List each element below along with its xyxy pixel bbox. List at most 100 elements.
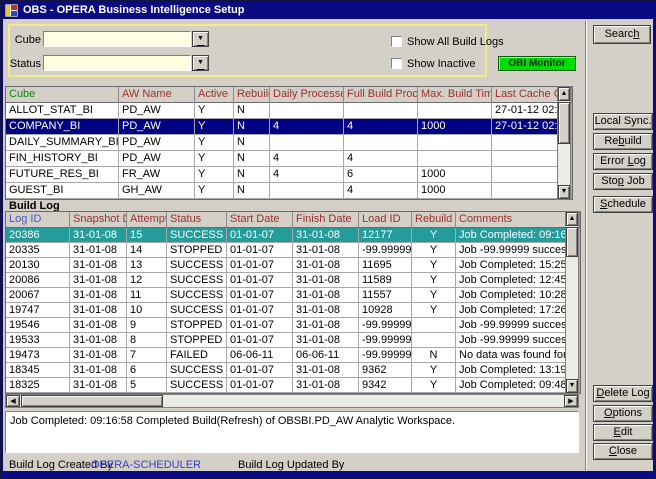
cell[interactable]: 31-01-08 <box>293 303 359 318</box>
cell[interactable]: 11 <box>127 288 167 303</box>
cell[interactable]: Y <box>412 258 456 273</box>
cell[interactable]: -99.99999 <box>359 243 412 258</box>
cell[interactable]: 19473 <box>6 348 70 363</box>
cell[interactable]: Full Build Proc. <box>344 87 418 103</box>
cell[interactable]: Y <box>195 119 234 135</box>
cube-table-row[interactable]: FIN_HISTORY_BIPD_AWYN44 <box>6 151 572 167</box>
cell[interactable]: SUCCESS <box>167 378 227 393</box>
log-vscroll-thumb[interactable] <box>566 227 578 257</box>
cell[interactable]: DAILY_SUMMARY_BI <box>6 135 119 151</box>
cell[interactable]: 4 <box>270 119 344 135</box>
cell[interactable]: 01-01-07 <box>227 363 293 378</box>
cube-table-row[interactable]: ALLOT_STAT_BIPD_AWYN27-01-12 02:05 PM <box>6 103 572 119</box>
cell[interactable]: No data was found for the s <box>456 348 580 363</box>
cell[interactable]: ALLOT_STAT_BI <box>6 103 119 119</box>
build-log-row[interactable]: 2006731-01-0811SUCCESS01-01-0731-01-0811… <box>6 288 580 303</box>
cell[interactable]: Y <box>195 135 234 151</box>
cell[interactable]: 11695 <box>359 258 412 273</box>
cell[interactable]: Y <box>412 378 456 393</box>
scroll-down-icon[interactable]: ▼ <box>558 185 570 199</box>
scroll-down-icon[interactable]: ▼ <box>566 379 578 393</box>
cell[interactable]: Job Completed: 10:28:10 C <box>456 288 580 303</box>
obi-monitor-button[interactable]: OBI Monitor <box>498 56 576 71</box>
cell[interactable]: 9 <box>127 318 167 333</box>
cell[interactable]: N <box>412 348 456 363</box>
cell[interactable]: 31-01-08 <box>70 348 127 363</box>
cube-dropdown-input[interactable] <box>43 31 191 47</box>
cell[interactable]: 14 <box>127 243 167 258</box>
cell[interactable]: 5 <box>127 378 167 393</box>
cube-dropdown-button[interactable]: ▼ <box>192 31 209 47</box>
cell[interactable]: 31-01-08 <box>293 333 359 348</box>
cube-table-vscrollbar[interactable]: ▲ ▼ <box>557 86 571 200</box>
cell[interactable]: 31-01-08 <box>293 273 359 288</box>
cell[interactable]: 9362 <box>359 363 412 378</box>
cell[interactable]: 12 <box>127 273 167 288</box>
cell[interactable]: 01-01-07 <box>227 243 293 258</box>
build-log-vscrollbar[interactable]: ▲ ▼ <box>565 211 579 394</box>
cell[interactable]: 10 <box>127 303 167 318</box>
cell[interactable]: 10928 <box>359 303 412 318</box>
cell[interactable] <box>270 183 344 199</box>
cell[interactable]: 1000 <box>418 119 492 135</box>
cell[interactable]: FUTURE_RES_BI <box>6 167 119 183</box>
cell[interactable]: 01-01-07 <box>227 318 293 333</box>
status-dropdown-button[interactable]: ▼ <box>192 55 209 71</box>
cell[interactable]: Job Completed: 12:45:17 C <box>456 273 580 288</box>
cell[interactable]: 20086 <box>6 273 70 288</box>
cell[interactable]: 01-01-07 <box>227 333 293 348</box>
cell[interactable]: Status <box>167 212 227 228</box>
cell[interactable] <box>270 103 344 119</box>
cell[interactable]: Active <box>195 87 234 103</box>
cell[interactable]: FAILED <box>167 348 227 363</box>
log-hscroll-thumb[interactable] <box>21 395 163 407</box>
build-log-row[interactable]: 2013031-01-0813SUCCESS01-01-0731-01-0811… <box>6 258 580 273</box>
build-log-row[interactable]: 1953331-01-088STOPPED01-01-0731-01-08-99… <box>6 333 580 348</box>
cell[interactable]: 11589 <box>359 273 412 288</box>
cell[interactable]: Job Completed: 13:19:01 C <box>456 363 580 378</box>
cell[interactable]: 19533 <box>6 333 70 348</box>
cell[interactable] <box>418 151 492 167</box>
cell[interactable]: N <box>234 183 270 199</box>
show-inactive-checkbox[interactable] <box>391 58 402 69</box>
cell[interactable]: 31-01-08 <box>70 333 127 348</box>
cell[interactable]: N <box>234 119 270 135</box>
status-dropdown-input[interactable] <box>43 55 191 71</box>
build-log-row[interactable]: 1947331-01-087FAILED06-06-1106-06-11-99.… <box>6 348 580 363</box>
cell[interactable]: 06-06-11 <box>227 348 293 363</box>
cell[interactable]: 18325 <box>6 378 70 393</box>
cell[interactable] <box>418 103 492 119</box>
cell[interactable]: Y <box>412 303 456 318</box>
cube-table-row[interactable]: GUEST_BIGH_AWYN41000 <box>6 183 572 199</box>
cell[interactable]: 31-01-08 <box>293 228 359 243</box>
cell[interactable]: Y <box>412 228 456 243</box>
cell[interactable]: Rebuild <box>412 212 456 228</box>
scroll-up-icon[interactable]: ▲ <box>558 87 570 101</box>
cell[interactable]: 31-01-08 <box>293 258 359 273</box>
cell[interactable] <box>418 135 492 151</box>
cell[interactable]: 6 <box>127 363 167 378</box>
cell[interactable]: 31-01-08 <box>293 318 359 333</box>
cell[interactable]: PD_AW <box>119 103 195 119</box>
cell[interactable]: N <box>234 151 270 167</box>
scroll-left-icon[interactable]: ◀ <box>6 395 20 407</box>
build-log-row[interactable]: 1832531-01-085SUCCESS01-01-0731-01-08934… <box>6 378 580 393</box>
cell[interactable]: 31-01-08 <box>70 378 127 393</box>
cell[interactable]: Start Date <box>227 212 293 228</box>
cube-table-row[interactable]: DAILY_SUMMARY_BIPD_AWYN <box>6 135 572 151</box>
cell[interactable]: 31-01-08 <box>70 318 127 333</box>
build-log-header-row[interactable]: Log IDSnapshot DateAttemptStatusStart Da… <box>6 212 580 228</box>
cell[interactable]: N <box>234 167 270 183</box>
cell[interactable]: 6 <box>344 167 418 183</box>
cell[interactable]: 31-01-08 <box>70 303 127 318</box>
cell[interactable]: 18345 <box>6 363 70 378</box>
cell[interactable]: 31-01-08 <box>70 228 127 243</box>
cell[interactable] <box>344 135 418 151</box>
cell[interactable]: 31-01-08 <box>70 243 127 258</box>
cube-table-row[interactable]: COMPANY_BIPD_AWYN44100027-01-12 02:05 PM <box>6 119 572 135</box>
cube-table-row[interactable]: FUTURE_RES_BIFR_AWYN461000 <box>6 167 572 183</box>
cell[interactable]: Job -99.99999 successfully <box>456 333 580 348</box>
cell[interactable]: Y <box>195 183 234 199</box>
cell[interactable]: PD_AW <box>119 151 195 167</box>
cell[interactable]: Log ID <box>6 212 70 228</box>
